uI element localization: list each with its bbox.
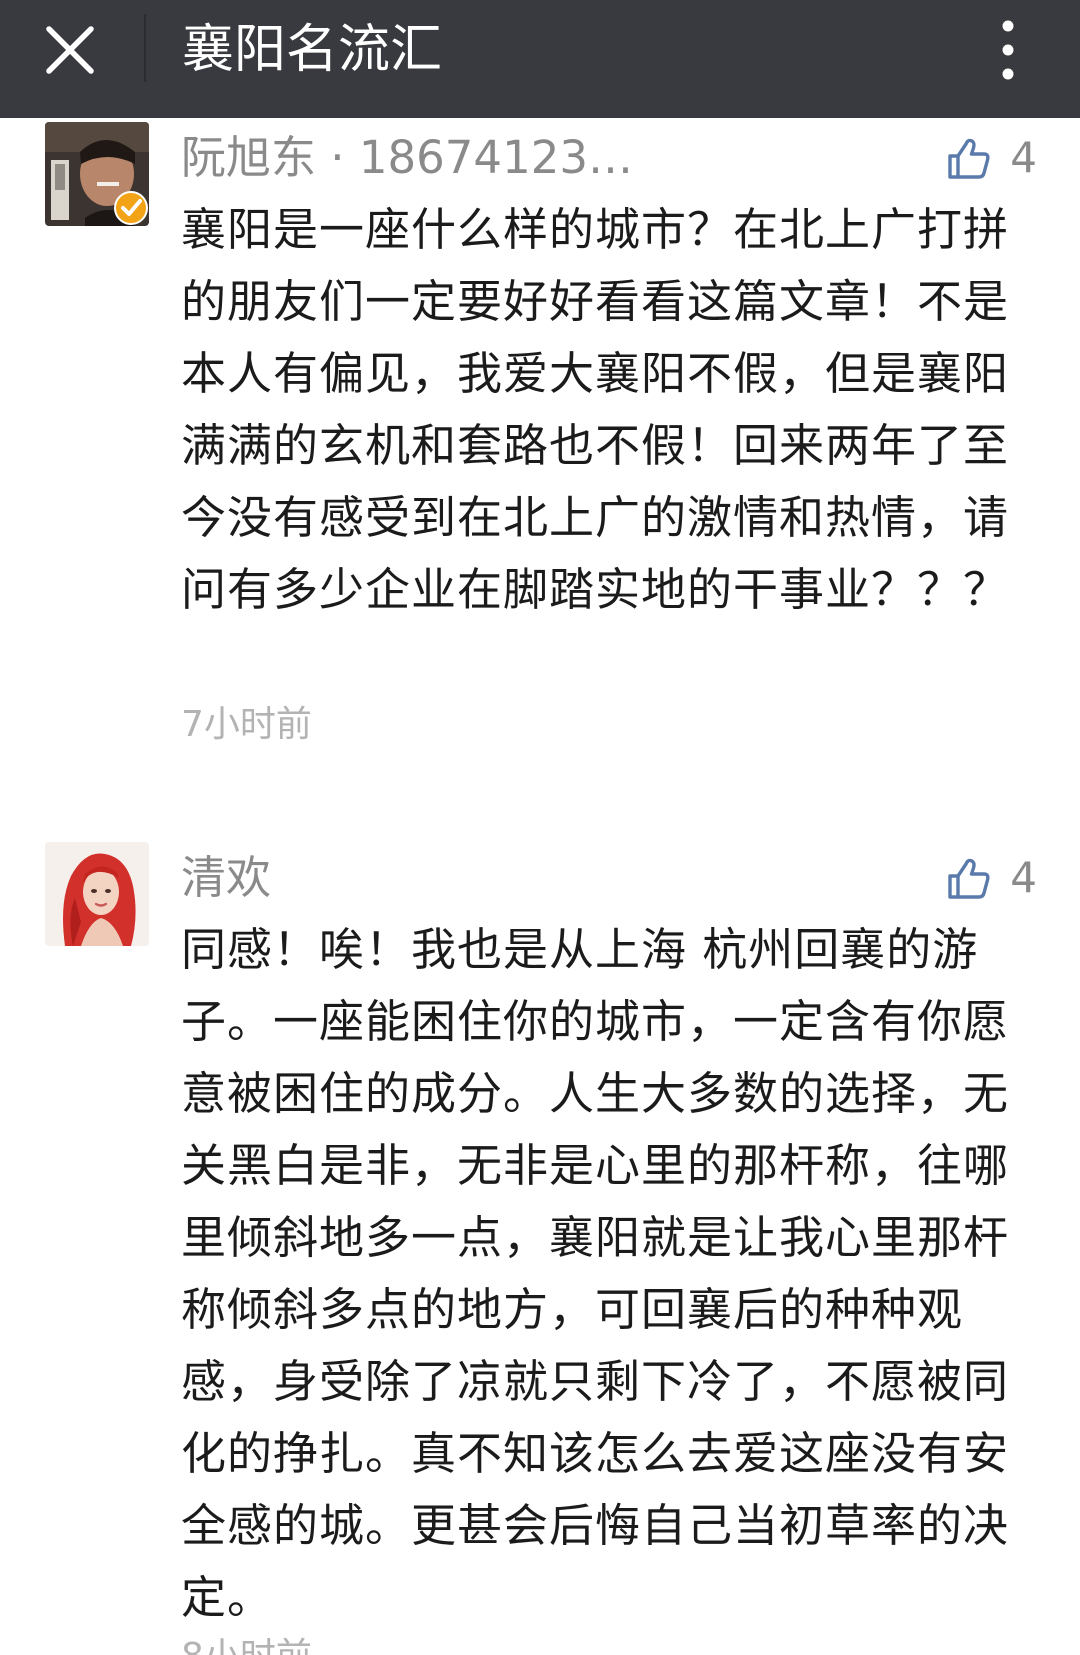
more-button[interactable] — [984, 14, 1032, 86]
comment-nickname[interactable]: 阮旭东 · 18674123… — [181, 122, 633, 194]
like-button[interactable]: 4 — [946, 122, 1037, 194]
user-avatar-verified-icon — [45, 122, 149, 226]
avatar[interactable] — [45, 122, 149, 226]
topbar-divider — [144, 14, 146, 82]
more-vertical-icon — [1002, 20, 1014, 80]
top-bar: 襄阳名流汇 — [0, 0, 1080, 118]
close-icon — [46, 26, 94, 74]
comment-item: 清欢 4 同感！唉！我也是从上海 杭州回襄的游子。一座能困住你的城市，一定含有你… — [0, 842, 1080, 1655]
comment-text: 襄阳是一座什么样的城市？在北上广打拼的朋友们一定要好好看看这篇文章！不是本人有偏… — [181, 203, 1010, 616]
like-count: 4 — [1010, 853, 1037, 902]
comment-header: 清欢 4 — [181, 842, 1041, 914]
like-count: 4 — [1010, 133, 1037, 182]
close-button[interactable] — [36, 14, 108, 86]
page-title: 襄阳名流汇 — [182, 20, 443, 80]
user-avatar-icon — [45, 842, 149, 946]
comment-time: 7小时前 — [181, 704, 312, 745]
comment-header: 阮旭东 · 18674123… 4 — [181, 122, 1041, 194]
thumbs-up-icon — [948, 138, 990, 179]
thumbs-up-icon — [948, 858, 990, 899]
avatar[interactable] — [45, 842, 149, 946]
comment-nickname[interactable]: 清欢 — [181, 842, 271, 914]
comment-time: 8小时前 — [181, 1632, 312, 1655]
comment-item: 阮旭东 · 18674123… 4 襄阳是一座什么样的城市？在北上广打拼的朋友们… — [0, 122, 1080, 762]
page: 襄阳名流汇 阮旭东 · 18674123… 4 襄阳是一座什么样的城市？在北上广… — [0, 0, 1080, 1655]
like-button[interactable]: 4 — [946, 842, 1037, 914]
comment-text: 同感！唉！我也是从上海 杭州回襄的游子。一座能困住你的城市，一定含有你愿意被困住… — [181, 923, 1010, 1624]
